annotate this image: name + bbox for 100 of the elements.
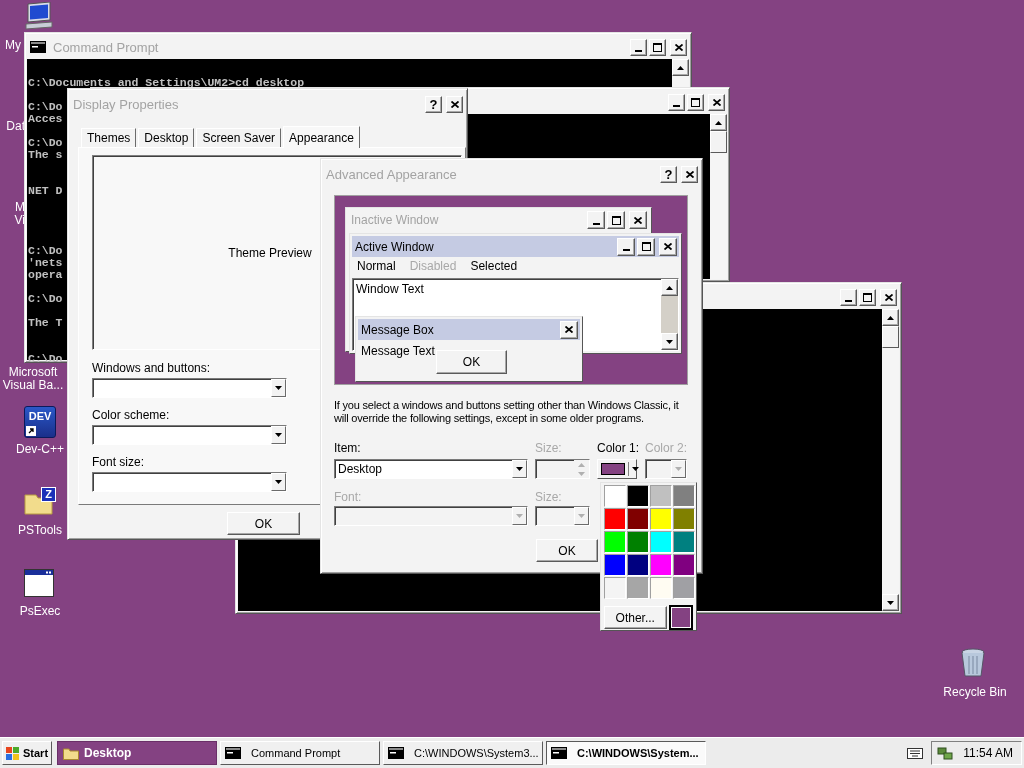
color-swatch[interactable]: [604, 577, 626, 599]
taskbar-button[interactable]: C:\WINDOWS\System...: [546, 741, 706, 765]
color-swatch[interactable]: [673, 508, 695, 530]
color-swatch[interactable]: [604, 554, 626, 576]
scroll-thumb[interactable]: [882, 326, 899, 348]
color-swatch[interactable]: [627, 531, 649, 553]
minimize-button[interactable]: [617, 237, 635, 256]
help-button[interactable]: ?: [660, 165, 677, 183]
color-swatch[interactable]: [673, 577, 695, 599]
other-colors-button[interactable]: Other...: [604, 606, 667, 629]
up-arrow-icon: [578, 462, 585, 467]
maximize-button[interactable]: [607, 211, 625, 229]
ok-button[interactable]: OK: [227, 512, 300, 535]
window-title: Display Properties: [73, 96, 179, 112]
color-swatch[interactable]: [650, 508, 672, 530]
caret-icon: [516, 514, 523, 518]
console-icon: [225, 747, 241, 759]
close-button[interactable]: [629, 211, 647, 229]
close-button[interactable]: [681, 165, 698, 183]
maximize-button[interactable]: [859, 288, 876, 306]
tab[interactable]: Themes: [81, 128, 137, 147]
message-text: Message Text: [361, 344, 435, 358]
scroll-thumb[interactable]: [710, 131, 727, 153]
color-swatch[interactable]: [604, 485, 626, 507]
preview-label: Theme Preview: [228, 245, 312, 260]
close-button[interactable]: [560, 320, 578, 339]
close-button[interactable]: [659, 237, 677, 256]
trash-icon[interactable]: [960, 648, 986, 678]
scroll-up-button[interactable]: [672, 59, 689, 76]
color-swatch[interactable]: [650, 554, 672, 576]
icon-label: M Vi: [13, 201, 25, 227]
keyboard-icon[interactable]: [907, 747, 924, 759]
minimize-button[interactable]: [587, 211, 605, 229]
close-button[interactable]: [670, 38, 687, 56]
color-swatch[interactable]: [650, 485, 672, 507]
tab[interactable]: Desktop: [138, 128, 195, 147]
dropdown[interactable]: [92, 425, 287, 445]
shortcut-arrow-icon: [26, 426, 36, 436]
color-swatch[interactable]: [673, 554, 695, 576]
icon-label: Microsoft Visual Ba...: [1, 366, 65, 392]
menu-item[interactable]: Selected: [470, 259, 518, 276]
color-swatch[interactable]: [650, 577, 672, 599]
ok-button[interactable]: OK: [536, 539, 598, 562]
window-title: Active Window: [355, 239, 434, 254]
taskbar-button[interactable]: C:\WINDOWS\System3...: [383, 741, 543, 765]
caret-icon: [632, 467, 639, 471]
console-line: C:\Do: [28, 101, 63, 113]
color-swatch[interactable]: [604, 508, 626, 530]
color-swatch[interactable]: [650, 531, 672, 553]
color-swatch[interactable]: [627, 485, 649, 507]
minimize-button[interactable]: [668, 93, 685, 111]
color-swatch[interactable]: [627, 554, 649, 576]
tab[interactable]: Appearance: [283, 126, 360, 148]
close-icon: [634, 216, 642, 224]
tab[interactable]: Screen Saver: [196, 128, 282, 147]
icon-label: My: [4, 39, 21, 52]
minimize-button[interactable]: [840, 288, 857, 306]
down-arrow-icon: [666, 339, 673, 344]
icon-label: PSTools: [17, 524, 63, 537]
close-button[interactable]: [708, 93, 725, 111]
network-icon[interactable]: [937, 745, 954, 761]
taskbar-button[interactable]: Command Prompt: [220, 741, 380, 765]
minimize-button[interactable]: [630, 38, 647, 56]
minimize-icon: [673, 104, 680, 107]
dropdown[interactable]: Desktop: [334, 459, 528, 479]
color-swatch[interactable]: [604, 531, 626, 553]
console-icon: [551, 747, 567, 759]
icon-label: Recycle Bin: [942, 686, 1008, 699]
color-swatch[interactable]: [627, 577, 649, 599]
up-arrow-icon: [666, 285, 673, 290]
maximize-icon: [611, 215, 621, 225]
close-icon: [664, 243, 672, 250]
scroll-up-button[interactable]: [882, 309, 899, 326]
caret-icon: [516, 467, 523, 471]
dropdown[interactable]: [92, 378, 287, 398]
scroll-up-button[interactable]: [710, 114, 727, 131]
color-swatch[interactable]: [668, 605, 693, 630]
start-button[interactable]: Start: [2, 741, 52, 765]
maximize-button[interactable]: [687, 93, 704, 111]
help-button[interactable]: ?: [425, 95, 442, 113]
app-icon[interactable]: DEV: [24, 406, 56, 438]
scroll-down-button[interactable]: [882, 594, 899, 611]
icon-label: Dat: [5, 120, 25, 133]
color-swatch[interactable]: [627, 508, 649, 530]
maximize-button[interactable]: [637, 237, 655, 256]
close-button[interactable]: [880, 288, 897, 306]
color-swatch[interactable]: [673, 531, 695, 553]
computer-icon[interactable]: [24, 2, 54, 30]
desktop-toolbar[interactable]: Desktop: [57, 741, 217, 765]
close-button[interactable]: [446, 95, 463, 113]
dropdown[interactable]: [92, 472, 287, 492]
close-icon: [712, 98, 721, 106]
application-icon[interactable]: [24, 569, 54, 597]
maximize-button[interactable]: [649, 38, 666, 56]
info-text: If you select a windows and buttons setting other than Windows Classic, it will override the following settings, except in some older programs.: [334, 399, 680, 425]
menu-item[interactable]: Normal: [357, 259, 396, 276]
scroll-up-button[interactable]: [661, 279, 678, 296]
scroll-down-button[interactable]: [661, 333, 678, 350]
ok-button[interactable]: OK: [436, 350, 507, 374]
color-swatch[interactable]: [673, 485, 695, 507]
